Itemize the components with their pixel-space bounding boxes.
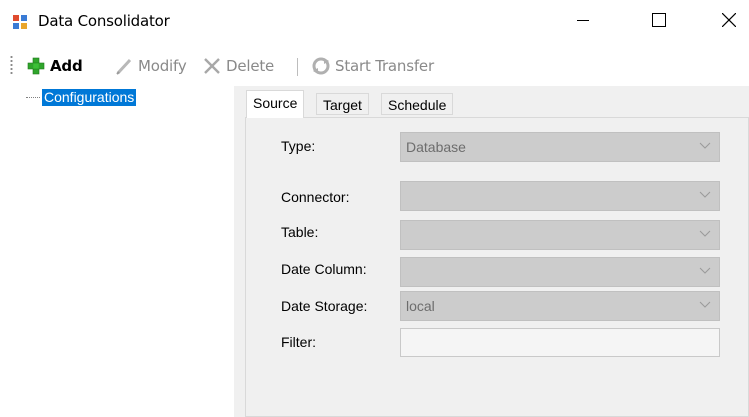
- add-button[interactable]: Add: [26, 55, 83, 77]
- delete-button[interactable]: Delete: [202, 55, 274, 77]
- filter-label: Filter:: [281, 334, 316, 350]
- modify-label: Modify: [138, 57, 187, 75]
- app-icon: [12, 14, 28, 30]
- toolbar-separator: [297, 58, 298, 76]
- chevron-down-icon: [699, 301, 711, 308]
- chevron-down-icon: [699, 267, 711, 274]
- tab-schedule[interactable]: Schedule: [381, 93, 454, 115]
- table-label: Table:: [281, 224, 319, 240]
- type-label: Type:: [281, 138, 316, 154]
- type-select[interactable]: Database: [400, 132, 720, 162]
- maximize-icon: [652, 13, 666, 27]
- table-select[interactable]: [400, 220, 720, 250]
- maximize-button[interactable]: [636, 0, 682, 40]
- start-transfer-label: Start Transfer: [335, 57, 434, 75]
- pencil-icon: [116, 58, 132, 75]
- minimize-icon: [577, 20, 589, 21]
- date-storage-select[interactable]: local: [400, 291, 720, 321]
- add-label: Add: [50, 57, 83, 75]
- toolbar-grip[interactable]: [10, 55, 13, 75]
- date-storage-label: Date Storage:: [281, 298, 368, 314]
- tree-node-configurations[interactable]: Configurations: [42, 89, 137, 106]
- title-bar: Data Consolidator: [0, 0, 749, 44]
- minimize-button[interactable]: [560, 0, 606, 40]
- chevron-down-icon: [699, 142, 711, 149]
- date-column-label: Date Column:: [281, 261, 367, 277]
- toolbar: Add Modify Delete Start Transfer: [0, 50, 749, 82]
- connector-label: Connector:: [281, 189, 350, 205]
- tab-source[interactable]: Source: [246, 90, 305, 118]
- chevron-down-icon: [699, 230, 711, 237]
- configurations-tree[interactable]: [0, 86, 234, 417]
- close-button[interactable]: [706, 0, 749, 40]
- refresh-icon: [312, 57, 330, 75]
- tree-connector-line: [26, 97, 40, 99]
- start-transfer-button[interactable]: Start Transfer: [311, 55, 434, 77]
- type-value: Database: [406, 139, 466, 155]
- tab-target[interactable]: Target: [316, 93, 369, 115]
- date-column-select[interactable]: [400, 257, 720, 287]
- filter-input[interactable]: [400, 328, 720, 357]
- close-icon: [722, 13, 736, 27]
- modify-button[interactable]: Modify: [114, 55, 187, 77]
- window-title: Data Consolidator: [38, 12, 170, 30]
- plus-icon: [27, 57, 45, 75]
- delete-x-icon: [204, 58, 220, 74]
- chevron-down-icon: [699, 191, 711, 198]
- connector-select[interactable]: [400, 181, 720, 211]
- date-storage-value: local: [406, 298, 435, 314]
- delete-label: Delete: [226, 57, 275, 75]
